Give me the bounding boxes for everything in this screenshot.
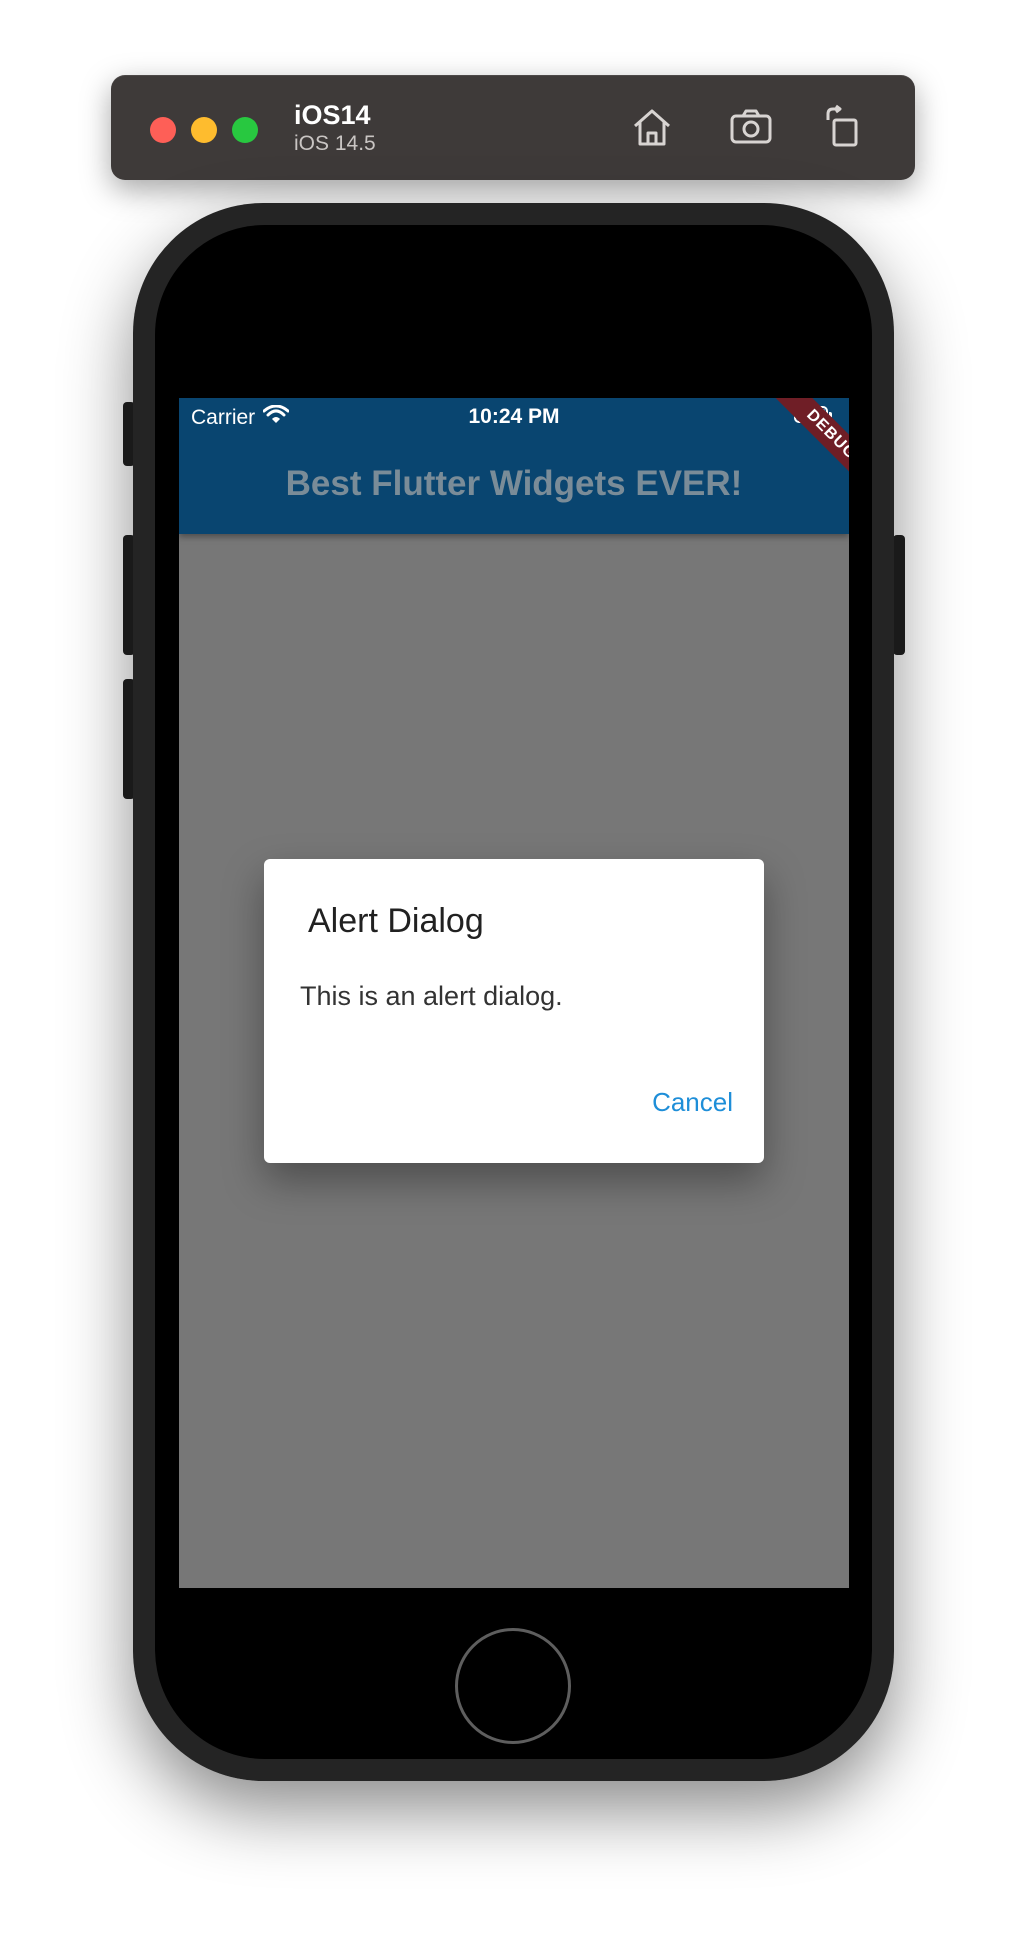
device-screen: Carrier 10:24 PM Best Flutter Widgets EV…: [179, 398, 849, 1588]
cancel-button[interactable]: Cancel: [652, 1087, 733, 1118]
rotate-icon[interactable]: [821, 104, 867, 150]
minimize-window-button[interactable]: [191, 117, 217, 143]
home-icon[interactable]: [629, 104, 675, 150]
close-window-button[interactable]: [150, 117, 176, 143]
zoom-window-button[interactable]: [232, 117, 258, 143]
power-button: [893, 535, 905, 655]
simulator-stage: iOS14 iOS 14.5 Carrier 10:24 PM Best Flu…: [0, 0, 1026, 1934]
dialog-content: This is an alert dialog.: [300, 981, 563, 1011]
dialog-title: Alert Dialog: [308, 902, 484, 940]
device-name: iOS14: [294, 100, 371, 130]
home-button[interactable]: [455, 1628, 571, 1744]
os-version: iOS 14.5: [294, 132, 376, 155]
alert-dialog: Alert Dialog This is an alert dialog. Ca…: [264, 859, 764, 1163]
screenshot-icon[interactable]: [728, 104, 774, 150]
